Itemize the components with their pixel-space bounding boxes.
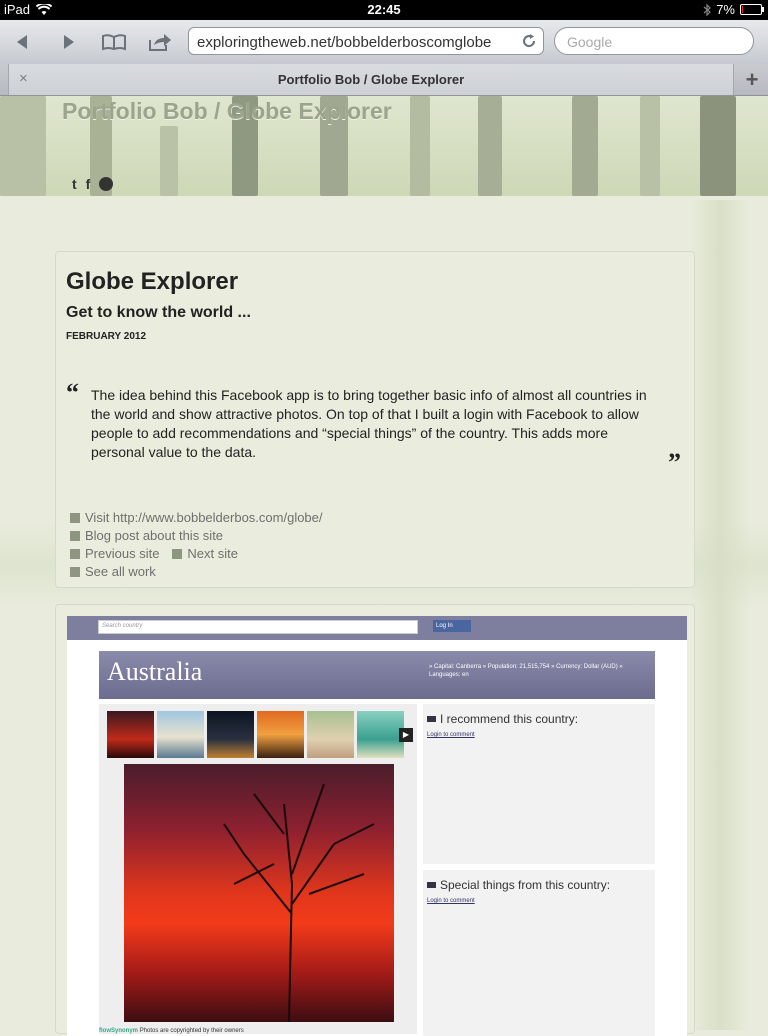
recommend-title: I recommend this country: — [427, 712, 578, 726]
bamboo-decoration — [478, 96, 502, 196]
app-screenshot: Search country Log In Australia » Capita… — [67, 616, 687, 1036]
special-title-text: Special things from this country: — [440, 878, 611, 892]
photo-thumbnail — [107, 711, 154, 758]
status-right: 7% — [703, 2, 764, 17]
photo-thumbnail — [257, 711, 304, 758]
all-work-link[interactable]: See all work — [70, 563, 323, 581]
all-work-text[interactable]: See all work — [85, 563, 156, 581]
search-input[interactable]: Google — [554, 27, 754, 55]
bamboo-decoration — [410, 96, 430, 196]
prev-next-links: Previous site Next site — [70, 545, 323, 563]
project-subtitle: Get to know the world ... — [66, 304, 251, 321]
main-photo — [124, 764, 394, 1023]
blog-link[interactable]: Blog post about this site — [70, 527, 323, 545]
status-bar: iPad 22:45 7% — [0, 0, 768, 20]
recommend-title-text: I recommend this country: — [440, 712, 579, 726]
bamboo-decoration — [700, 96, 736, 196]
bluetooth-icon — [703, 3, 712, 16]
blog-link-text[interactable]: Blog post about this site — [85, 527, 223, 545]
back-icon[interactable] — [8, 28, 36, 56]
reload-icon[interactable] — [521, 33, 537, 53]
special-title: Special things from this country: — [427, 878, 610, 892]
visit-link[interactable]: Visit http://www.bobbelderbos.com/globe/ — [70, 509, 323, 527]
battery-percent: 7% — [716, 2, 735, 17]
battery-icon — [740, 4, 764, 15]
project-card: Globe Explorer Get to know the world ...… — [55, 251, 695, 588]
photo-panel: ▶ flowSynonym Photos are copyrighted by … — [99, 704, 417, 1034]
close-quote-icon: ” — [668, 448, 681, 477]
country-info: » Capital: Canberra » Population: 21,515… — [429, 664, 623, 678]
share-icon[interactable] — [146, 28, 174, 56]
new-tab-button[interactable]: + — [736, 64, 768, 95]
social-links: t f + — [72, 176, 114, 192]
screenshot-card: Search country Log In Australia » Capita… — [55, 604, 695, 1036]
site-header: Portfolio Bob / Globe Explorer t f + — [0, 96, 768, 196]
recommend-login-link: Login to comment — [427, 732, 475, 738]
project-date: FEBRUARY 2012 — [66, 331, 147, 342]
next-link[interactable]: Next site — [187, 545, 238, 563]
project-links: Visit http://www.bobbelderbos.com/globe/… — [70, 509, 323, 581]
url-text: exploringtheweb.net/bobbelderboscomglobe — [197, 34, 492, 51]
facebook-icon[interactable]: f — [86, 176, 91, 192]
flag-icon — [427, 716, 436, 722]
url-field[interactable]: exploringtheweb.net/bobbelderboscomglobe — [188, 27, 544, 55]
copyright-text: Photos are copyrighted by their owners — [139, 1028, 244, 1034]
country-header: Australia » Capital: Canberra » Populati… — [99, 651, 655, 699]
bamboo-decoration — [160, 126, 178, 196]
copyright-brand: flowSynonym — [99, 1028, 139, 1034]
photo-thumbnail — [157, 711, 204, 758]
bamboo-decoration — [0, 96, 46, 196]
tab-bar: × Portfolio Bob / Globe Explorer + — [0, 64, 768, 96]
browser-toolbar: exploringtheweb.net/bobbelderboscomglobe… — [0, 20, 768, 65]
next-icon — [172, 549, 183, 559]
open-quote-icon: “ — [66, 378, 79, 407]
special-login-link: Login to comment — [427, 898, 475, 904]
tab-title: Portfolio Bob / Globe Explorer — [277, 72, 465, 87]
previous-link[interactable]: Previous site — [85, 545, 159, 563]
home-icon — [70, 567, 80, 577]
special-panel: Special things from this country: Login … — [423, 870, 655, 1036]
search-placeholder: Google — [567, 34, 613, 50]
country-name: Australia — [107, 657, 203, 686]
flag-icon — [427, 882, 436, 888]
add-share-icon[interactable]: + — [99, 177, 114, 191]
photo-thumbnail — [207, 711, 254, 758]
bamboo-decoration — [640, 96, 660, 196]
project-title: Globe Explorer — [66, 268, 239, 295]
previous-icon — [70, 549, 80, 559]
bamboo-background — [690, 200, 750, 1030]
recommend-panel: I recommend this country: Login to comme… — [423, 704, 655, 864]
next-photo-icon: ▶ — [399, 728, 413, 742]
photo-copyright: flowSynonym Photos are copyrighted by th… — [99, 1028, 244, 1034]
site-title[interactable]: Portfolio Bob / Globe Explorer — [62, 98, 392, 125]
photo-thumbnail — [357, 711, 404, 758]
photo-thumbnail — [307, 711, 354, 758]
tree-silhouette — [223, 783, 375, 1023]
photo-thumbnails — [107, 711, 404, 758]
link-icon — [70, 531, 80, 541]
clock: 22:45 — [367, 2, 401, 17]
twitter-icon[interactable]: t — [72, 176, 77, 192]
app-topbar: Search country Log In — [67, 616, 687, 640]
facebook-login-button: Log In — [433, 620, 471, 632]
country-search-input: Search country — [98, 620, 418, 634]
forward-icon[interactable] — [55, 28, 83, 56]
bookmarks-icon[interactable] — [100, 28, 128, 56]
project-description: The idea behind this Facebook app is to … — [91, 387, 647, 460]
bamboo-decoration — [572, 96, 598, 196]
visit-link-text[interactable]: Visit http://www.bobbelderbos.com/globe/ — [85, 509, 323, 527]
link-icon — [70, 513, 80, 523]
tab-portfolio[interactable]: × Portfolio Bob / Globe Explorer — [8, 64, 734, 95]
